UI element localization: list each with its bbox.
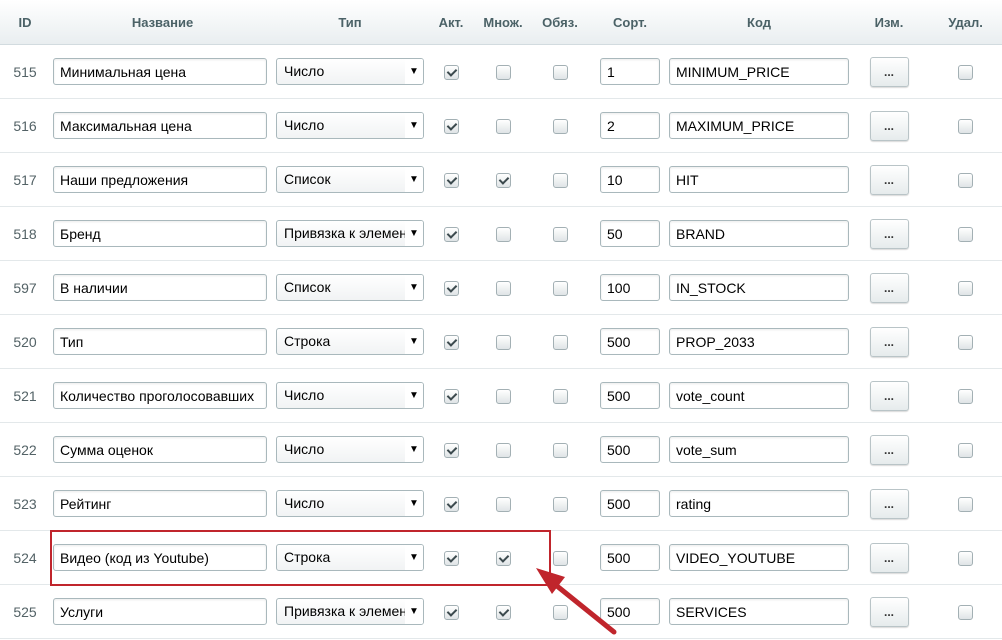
annotation-arrow bbox=[536, 568, 617, 635]
